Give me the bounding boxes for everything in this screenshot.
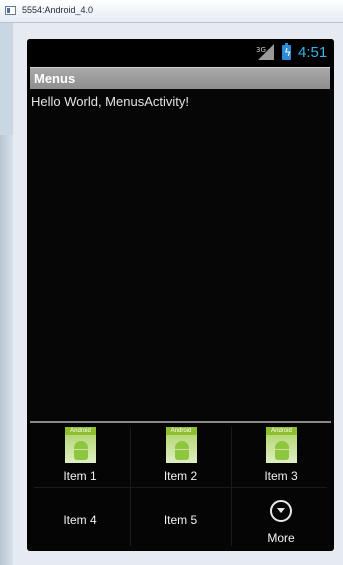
hello-text: Hello World, MenusActivity! (31, 94, 189, 109)
android-icon: Android (266, 427, 297, 463)
charging-icon: ϟ (284, 46, 292, 59)
android-icon-badge: Android (266, 427, 297, 435)
status-clock: 4:51 (298, 44, 328, 61)
android-icon-badge: Android (165, 427, 197, 435)
menu-item-label: Item 3 (264, 469, 298, 483)
chevron-down-circle-icon (270, 500, 292, 522)
status-bar: 3G ϟ 4:51 (27, 39, 334, 66)
menu-item-5[interactable]: Item 5 (130, 487, 231, 550)
network-type-label: 3G (256, 46, 266, 54)
menu-item-label: More (267, 531, 295, 545)
menu-item-label: Item 4 (63, 513, 97, 527)
title-bar: Menus (30, 67, 330, 90)
emulator-window: 5554:Android_4.0 3G ϟ 4:51 Menus Hello W… (0, 0, 343, 565)
menu-item-label: Item 1 (63, 469, 97, 483)
window-titlebar: 5554:Android_4.0 (0, 0, 343, 23)
menu-item-4[interactable]: Item 4 (30, 487, 130, 550)
options-menu: Android Item 1 Android Item 2 Android It… (30, 421, 331, 550)
device-screen: 3G ϟ 4:51 Menus Hello World, MenusActivi… (27, 39, 334, 551)
menu-item-2[interactable]: Android Item 2 (130, 423, 231, 487)
activity-content: Hello World, MenusActivity! (27, 89, 334, 421)
menu-divider (34, 487, 327, 488)
frame-edge (0, 135, 13, 565)
menu-item-1[interactable]: Android Item 1 (30, 423, 130, 487)
android-icon: Android (165, 427, 197, 463)
menu-item-label: Item 2 (163, 469, 198, 483)
window-title: 5554:Android_4.0 (22, 5, 94, 15)
activity-title: Menus (34, 71, 76, 86)
android-icon-badge: Android (65, 427, 96, 435)
android-icon: Android (65, 427, 96, 463)
menu-item-3[interactable]: Android Item 3 (231, 423, 331, 487)
menu-item-label: Item 5 (163, 513, 198, 527)
app-window-icon (5, 6, 16, 15)
menu-more-button[interactable]: More (231, 487, 331, 550)
